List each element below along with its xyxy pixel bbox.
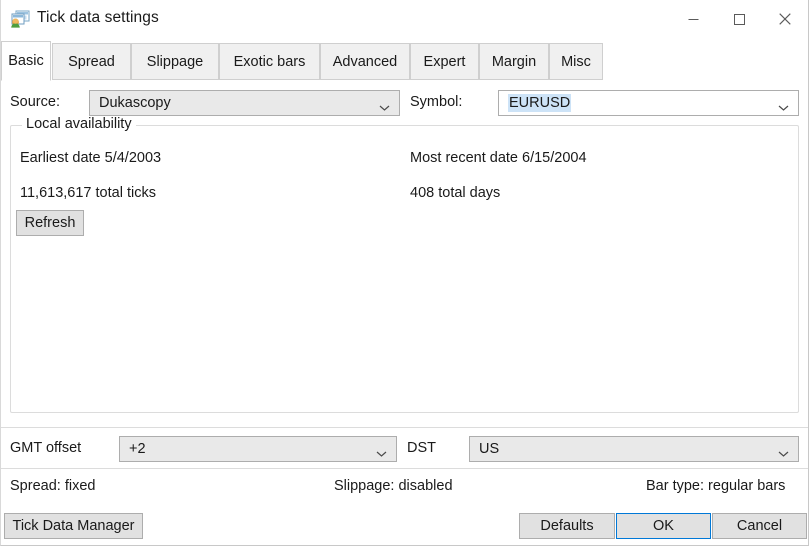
symbol-value: EURUSD xyxy=(508,94,572,112)
tab-label: Basic xyxy=(8,53,44,69)
source-combobox[interactable]: Dukascopy xyxy=(89,90,400,116)
dst-combobox[interactable]: US xyxy=(469,436,799,462)
symbol-combobox[interactable]: EURUSD xyxy=(498,90,799,116)
tab-misc[interactable]: Misc xyxy=(549,43,603,80)
tab-label: Exotic bars xyxy=(233,53,306,70)
tick-data-settings-icon xyxy=(10,10,30,28)
defaults-button[interactable]: Defaults xyxy=(519,513,615,539)
status-slippage: Slippage: disabled xyxy=(334,478,453,494)
close-icon xyxy=(779,13,791,25)
chevron-down-icon xyxy=(778,446,789,457)
tab-margin[interactable]: Margin xyxy=(479,43,549,80)
tick-data-manager-button[interactable]: Tick Data Manager xyxy=(4,513,143,539)
maximize-icon xyxy=(733,13,745,25)
symbol-label: Symbol: xyxy=(410,94,463,110)
earliest-date-value: Earliest date 5/4/2003 xyxy=(20,150,162,166)
dst-label: DST xyxy=(407,440,436,456)
cancel-button[interactable]: Cancel xyxy=(712,513,807,539)
source-label: Source: xyxy=(10,94,60,110)
tab-label: Spread xyxy=(68,53,115,70)
cancel-label: Cancel xyxy=(736,518,783,534)
tick-data-settings-window: Tick data settings Basic Spread Slippage… xyxy=(0,0,809,546)
ok-label: OK xyxy=(653,518,674,534)
tab-slippage[interactable]: Slippage xyxy=(131,43,219,80)
most-recent-date-value: Most recent date 6/15/2004 xyxy=(410,150,587,166)
tab-label: Misc xyxy=(561,53,591,70)
gmt-offset-combobox[interactable]: +2 xyxy=(119,436,397,462)
total-ticks-value: 11,613,617 total ticks xyxy=(20,185,156,201)
local-availability-group: Local availability Earliest date 5/4/200… xyxy=(10,116,799,413)
chevron-down-icon xyxy=(778,100,789,111)
window-controls xyxy=(670,0,808,38)
ok-button[interactable]: OK xyxy=(616,513,711,539)
tab-label: Slippage xyxy=(146,53,204,70)
refresh-button[interactable]: Refresh xyxy=(16,210,84,236)
refresh-button-label: Refresh xyxy=(24,215,76,231)
title-bar: Tick data settings xyxy=(1,0,808,40)
tab-advanced[interactable]: Advanced xyxy=(320,43,410,80)
gmt-offset-value: +2 xyxy=(129,441,146,457)
defaults-label: Defaults xyxy=(540,518,594,534)
status-bar-type: Bar type: regular bars xyxy=(646,478,786,494)
maximize-button[interactable] xyxy=(716,0,762,38)
tab-label: Expert xyxy=(423,53,466,70)
tab-expert[interactable]: Expert xyxy=(410,43,479,80)
minimize-button[interactable] xyxy=(670,0,716,38)
chevron-down-icon xyxy=(376,446,387,457)
close-button[interactable] xyxy=(762,0,808,38)
tab-strip: Basic Spread Slippage Exotic bars Advanc… xyxy=(1,41,808,81)
tick-data-manager-label: Tick Data Manager xyxy=(12,518,135,534)
gmt-offset-label: GMT offset xyxy=(10,440,82,456)
total-days-value: 408 total days xyxy=(410,185,501,201)
tab-label: Advanced xyxy=(332,53,398,70)
divider-above-timezone xyxy=(1,427,808,428)
tab-label: Margin xyxy=(491,53,537,70)
minimize-icon xyxy=(688,18,698,20)
tab-exotic-bars[interactable]: Exotic bars xyxy=(219,43,320,80)
dst-value: US xyxy=(479,441,500,457)
footer-bar: Tick Data Manager Defaults OK Cancel xyxy=(1,506,808,545)
tab-spread[interactable]: Spread xyxy=(52,43,131,80)
status-bar: Spread: fixed Slippage: disabled Bar typ… xyxy=(1,469,808,506)
source-value: Dukascopy xyxy=(99,95,171,111)
tab-basic[interactable]: Basic xyxy=(1,41,51,81)
status-spread: Spread: fixed xyxy=(10,478,96,494)
basic-tab-panel: Source: Dukascopy Symbol: EURUSD Local a… xyxy=(1,81,808,426)
chevron-down-icon xyxy=(379,100,390,111)
window-title: Tick data settings xyxy=(37,9,159,26)
local-availability-title: Local availability xyxy=(22,116,136,132)
